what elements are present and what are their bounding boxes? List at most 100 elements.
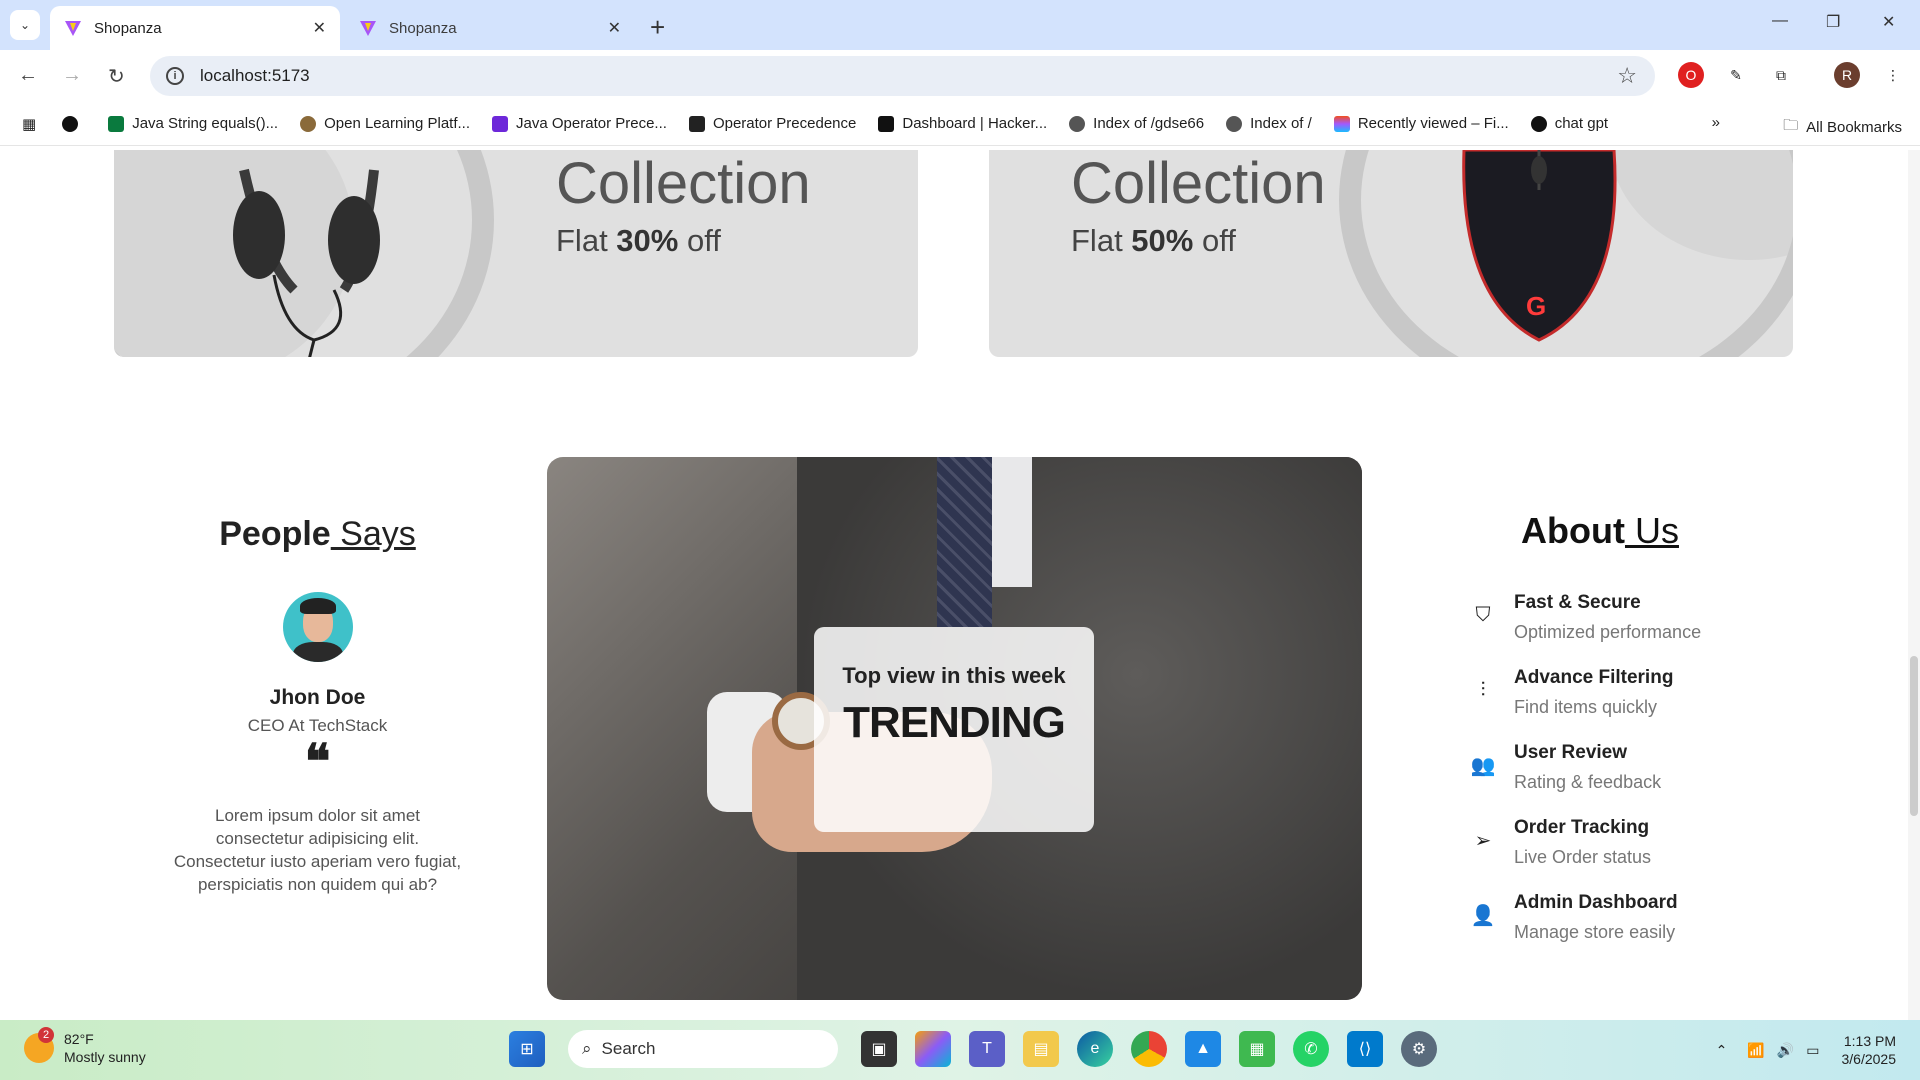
reload-icon[interactable]: ↻ [108, 64, 125, 89]
taskbar-apps: ⊞ ⌕ Search ▣ T ▤ e ▲ ▦ ✆ ⟨⟩ ⚙ [500, 1030, 1446, 1068]
tab-shopanza[interactable]: Shopanza ✕ [345, 6, 635, 50]
tab-strip: ⌄ Shopanza ✕ Shopanza ✕ + — ❐ ✕ [0, 0, 1920, 50]
quote-icon: ❝ [304, 734, 331, 790]
headphones-image [233, 168, 380, 357]
testimonial-role: CEO At TechStack [247, 716, 388, 735]
scrollbar-thumb[interactable] [1910, 656, 1918, 816]
sun-icon: 2 [24, 1027, 54, 1063]
bookmark-hacker-dashboard[interactable]: Dashboard | Hacker... [878, 115, 1047, 132]
figma-icon [1333, 115, 1350, 132]
close-window-icon[interactable]: ✕ [1882, 12, 1895, 32]
apps-grid-icon[interactable]: ▦ [22, 115, 36, 133]
bookmark-github[interactable] [62, 115, 86, 132]
page-viewport: Collection Flat 30% off G Collection Fla… [0, 150, 1920, 1020]
banner-heading: Collection [556, 151, 811, 216]
feature-advance-filtering: ⫶ Advance Filtering Find items quickly [1470, 667, 1770, 718]
bookmark-operator-precedence[interactable]: Operator Precedence [688, 115, 856, 132]
about-us-title: About Us [1521, 510, 1679, 551]
taskbar-search[interactable]: ⌕ Search [568, 1030, 838, 1068]
menu-icon[interactable]: ⋮ [1880, 62, 1906, 88]
photos-icon[interactable]: ▲ [1185, 1031, 1221, 1067]
chevron-up-icon[interactable]: ⌃ [1716, 1042, 1728, 1059]
feature-user-review: 👥 User Review Rating & feedback [1470, 742, 1662, 792]
trending-hero[interactable]: Top view in this week TRENDING [547, 457, 1362, 1000]
openai-icon [1530, 115, 1547, 132]
whatsapp-icon[interactable]: ✆ [1293, 1031, 1329, 1067]
system-tray: ⌃ 📶 🔊 ▭ 1:13 PM 3/6/2025 [1716, 1032, 1896, 1068]
svg-text:G: G [1526, 291, 1546, 321]
vite-icon [64, 19, 82, 37]
all-bookmarks[interactable]: 🗀 All Bookmarks [1783, 115, 1902, 140]
site-info-icon[interactable]: i [166, 67, 184, 85]
sliders-icon: ⫶ [1480, 678, 1486, 701]
promo-banner-mouse[interactable]: G Collection Flat 50% off [989, 150, 1793, 357]
more-bookmarks-icon[interactable]: » [1712, 114, 1720, 131]
close-tab-icon[interactable]: ✕ [608, 18, 621, 38]
time-text: 1:13 PM [1843, 1033, 1896, 1049]
page-scrollbar[interactable] [1908, 150, 1920, 1020]
shirt-image [992, 457, 1032, 587]
promo-banner-headphones[interactable]: Collection Flat 30% off [114, 150, 918, 357]
bookmark-star-icon[interactable]: ☆ [1617, 63, 1637, 89]
volume-icon[interactable]: 🔊 [1777, 1042, 1794, 1059]
opera-icon[interactable]: O [1678, 62, 1704, 88]
testimonial-text: Lorem ipsum dolor sit amet consectetur a… [173, 806, 462, 894]
minimize-icon[interactable]: — [1772, 12, 1788, 30]
teams-icon[interactable]: T [969, 1031, 1005, 1067]
extensions-icon[interactable]: ⧉ [1768, 62, 1794, 88]
clock[interactable]: 1:13 PM 3/6/2025 [1842, 1032, 1897, 1068]
profile-avatar[interactable]: R [1834, 62, 1860, 88]
tab-shopanza-active[interactable]: Shopanza ✕ [50, 6, 340, 50]
bookmarks-bar: ▦ Java String equals()... Open Learning … [0, 102, 1920, 146]
taskbar: 2 82°F Mostly sunny ⊞ ⌕ Search ▣ T ▤ e ▲ ▦… [0, 1020, 1920, 1080]
bookmark-chatgpt[interactable]: chat gpt [1530, 115, 1608, 132]
close-tab-icon[interactable]: ✕ [313, 18, 326, 38]
bookmark-index-gdse66[interactable]: Index of /gdse66 [1069, 115, 1204, 132]
trending-subtitle: Top view in this week [842, 663, 1066, 688]
bookmark-index-root[interactable]: Index of / [1226, 115, 1312, 132]
banner-discount: Flat 50% off [1071, 223, 1236, 258]
feature-order-tracking: ➢ Order Tracking Live Order status [1470, 817, 1770, 868]
date-text: 3/6/2025 [1841, 1051, 1897, 1067]
eyedropper-icon[interactable]: ✎ [1723, 62, 1749, 88]
notification-badge: 2 [38, 1027, 54, 1043]
globe-icon [1069, 115, 1086, 132]
copilot-icon[interactable] [915, 1031, 951, 1067]
back-icon[interactable]: ← [18, 64, 38, 87]
new-tab-button[interactable]: + [650, 12, 665, 43]
vite-icon [359, 19, 377, 37]
h-icon [878, 115, 895, 132]
windows-start-icon[interactable]: ⊞ [509, 1031, 545, 1067]
bookmark-figma[interactable]: Recently viewed – Fi... [1333, 115, 1509, 132]
url-text: localhost:5173 [200, 66, 310, 85]
people-says-section: People Says Jhon Doe CEO At TechStack ❝ … [170, 515, 465, 896]
feature-admin-dashboard: 👤 Admin Dashboard Manage store easily [1470, 892, 1678, 942]
shield-check-icon: ⛉ [1475, 603, 1491, 626]
file-explorer-icon[interactable]: ▤ [1023, 1031, 1059, 1067]
trending-card: Top view in this week TRENDING [814, 627, 1094, 832]
restore-icon[interactable]: ❐ [1826, 12, 1840, 32]
weather-temp: 82°F [64, 1031, 94, 1047]
edge-icon[interactable]: e [1077, 1031, 1113, 1067]
admin-icon: 👤 [1470, 904, 1496, 927]
tab-title: Shopanza [389, 19, 457, 37]
battery-icon[interactable]: ▭ [1806, 1042, 1819, 1059]
tab-search-button[interactable]: ⌄ [10, 10, 40, 40]
url-field[interactable]: i localhost:5173 ☆ [150, 56, 1655, 96]
chrome-icon[interactable] [1131, 1031, 1167, 1067]
feature-fast-secure: ⛉ Fast & Secure Optimized performance [1470, 592, 1770, 643]
bookmark-open-learning[interactable]: Open Learning Platf... [300, 115, 470, 132]
owl-icon [300, 115, 317, 132]
vscode-icon[interactable]: ⟨⟩ [1347, 1031, 1383, 1067]
forward-icon[interactable]: → [62, 64, 82, 87]
settings-icon[interactable]: ⚙ [1401, 1031, 1437, 1067]
task-view-icon[interactable]: ▣ [861, 1031, 897, 1067]
bookmark-java-equals[interactable]: Java String equals()... [108, 115, 278, 132]
people-says-title: People Says [219, 515, 416, 553]
wifi-icon[interactable]: 📶 [1747, 1042, 1764, 1059]
bookmark-java-operator[interactable]: Java Operator Prece... [492, 115, 667, 132]
weather-widget[interactable]: 2 82°F Mostly sunny [24, 1027, 146, 1066]
trending-title: TRENDING [843, 698, 1066, 747]
windows-store-icon[interactable]: ▦ [1239, 1031, 1275, 1067]
p-icon [492, 115, 509, 132]
